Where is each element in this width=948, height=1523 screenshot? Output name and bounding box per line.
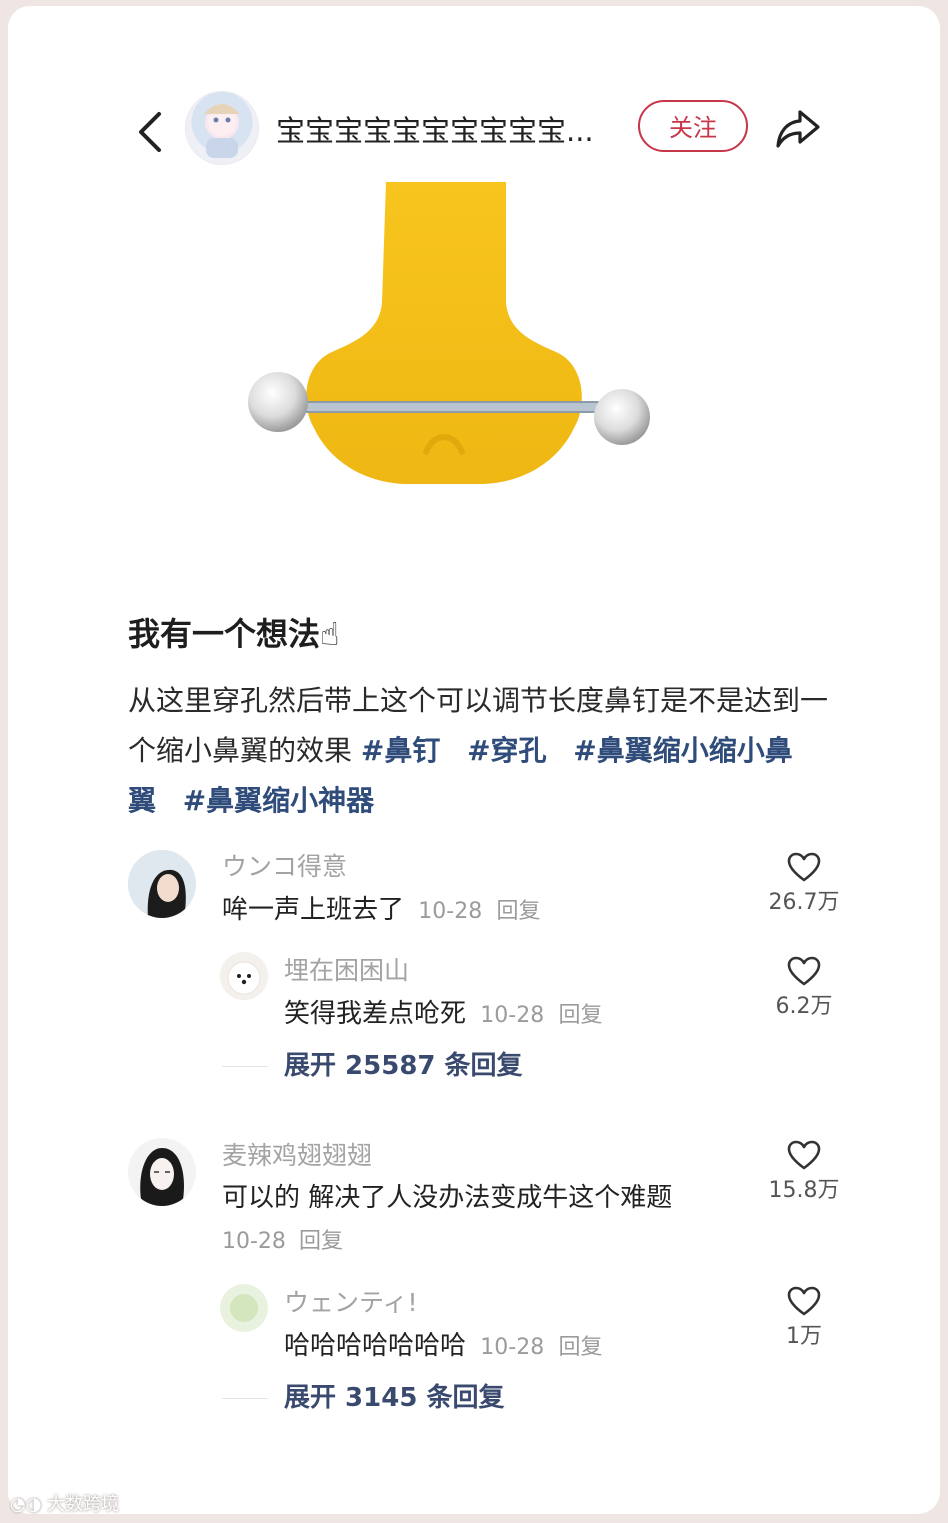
- comment-text: 哈哈哈哈哈哈哈 10-28 回复: [284, 1328, 603, 1366]
- reply-link[interactable]: 回复: [558, 1335, 602, 1360]
- like-button[interactable]: 6.2万: [764, 956, 844, 1022]
- author-name[interactable]: 宝宝宝宝宝宝宝宝宝宝...: [276, 109, 606, 153]
- back-button[interactable]: [130, 106, 170, 158]
- chevron-left-icon: [139, 112, 161, 152]
- like-count: 15.8万: [768, 1178, 840, 1203]
- share-button[interactable]: [774, 106, 822, 150]
- expand-replies-button[interactable]: 展开 3145 条回复: [222, 1380, 622, 1416]
- like-button[interactable]: 1万: [764, 1286, 844, 1352]
- watermark: ◔◑ 大数跨境: [10, 1490, 119, 1516]
- nose-piercing-image: [248, 182, 650, 484]
- comment-body: 可以的 解决了人没办法变成牛这个难题: [222, 1183, 673, 1213]
- like-count: 1万: [786, 1324, 822, 1349]
- hashtag[interactable]: #穿孔: [467, 734, 546, 767]
- divider: [222, 1066, 268, 1067]
- comment-date: 10-28: [418, 899, 483, 924]
- comment-text: 哞一声上班去了 10-28 回复: [222, 892, 541, 930]
- commenter-avatar[interactable]: [220, 952, 268, 1000]
- commenter-name[interactable]: 埋在困困山: [284, 954, 409, 988]
- commenter-avatar[interactable]: [128, 850, 196, 918]
- comment-body: 笑得我差点呛死: [284, 999, 467, 1029]
- heart-icon: [787, 1140, 821, 1170]
- heart-icon: [787, 852, 821, 882]
- reply-link[interactable]: 回复: [299, 1229, 343, 1254]
- expand-replies-button[interactable]: 展开 25587 条回复: [222, 1048, 622, 1084]
- heart-icon: [787, 1286, 821, 1316]
- like-count: 6.2万: [775, 994, 833, 1019]
- comment-date: 10-28: [480, 1003, 545, 1028]
- heart-icon: [787, 956, 821, 986]
- reply-link[interactable]: 回复: [496, 899, 540, 924]
- comment-body: 哞一声上班去了: [222, 895, 405, 925]
- watermark-text: 大数跨境: [47, 1494, 120, 1515]
- like-button[interactable]: 26.7万: [764, 852, 844, 918]
- divider: [222, 1398, 268, 1399]
- post-title: 我有一个想法☝: [128, 615, 340, 653]
- comment-body: 哈哈哈哈哈哈哈: [284, 1331, 467, 1361]
- like-count: 26.7万: [768, 890, 840, 915]
- like-button[interactable]: 15.8万: [764, 1140, 844, 1206]
- post-body: 从这里穿孔然后带上这个可以调节长度鼻钉是不是达到一个缩小鼻翼的效果 #鼻钉 #穿…: [128, 676, 828, 826]
- comment-date: 10-28: [222, 1229, 286, 1254]
- comment-meta: 10-28 回复: [222, 1226, 343, 1258]
- expand-replies-label: 展开 25587 条回复: [284, 1051, 523, 1081]
- post-card: 宝宝宝宝宝宝宝宝宝宝... 关注 我有一个想法☝ 从这里穿孔然后带上这个可以调节…: [8, 6, 940, 1514]
- hashtag[interactable]: #鼻翼缩小神器: [183, 784, 374, 817]
- follow-button[interactable]: 关注: [638, 100, 748, 152]
- expand-replies-label: 展开 3145 条回复: [284, 1383, 505, 1413]
- author-avatar[interactable]: [186, 92, 258, 164]
- commenter-avatar[interactable]: [128, 1138, 196, 1206]
- reply-link[interactable]: 回复: [558, 1003, 602, 1028]
- comment-date: 10-28: [480, 1335, 545, 1360]
- commenter-name[interactable]: ウェンティ!: [284, 1286, 418, 1320]
- commenter-name[interactable]: ウンコ得意: [222, 850, 347, 884]
- commenter-avatar[interactable]: [220, 1284, 268, 1332]
- watermark-logo-icon: ◔◑: [10, 1494, 48, 1515]
- share-icon: [776, 110, 820, 148]
- commenter-name[interactable]: 麦辣鸡翅翅翅: [222, 1139, 372, 1173]
- comment-text: 笑得我差点呛死 10-28 回复: [284, 996, 603, 1034]
- hashtag[interactable]: #鼻钉: [361, 734, 440, 767]
